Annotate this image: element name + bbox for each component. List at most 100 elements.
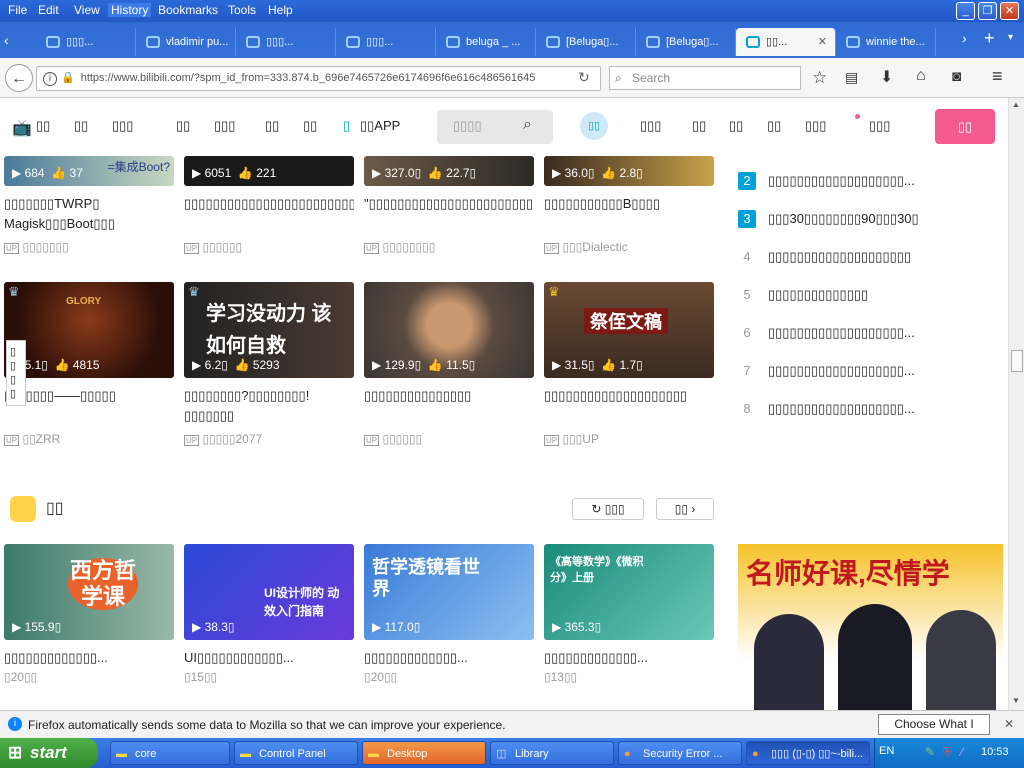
video-thumbnail[interactable]: 西方哲学课 ▶ 155.9▯ <box>4 544 174 640</box>
nav-item[interactable]: ▯▯▯ <box>112 118 133 134</box>
video-card[interactable]: ▶ 36.0▯ 👍 2.8▯ ▯▯▯▯▯▯▯▯▯▯▯B▯▯▯▯ UP ▯▯▯Di… <box>544 156 714 254</box>
video-thumbnail[interactable]: ♛ GLORY ▶ 5.1▯ 👍 4815 <box>4 282 174 378</box>
bookmark-star-icon[interactable]: ☆ <box>812 68 827 88</box>
uploader-name[interactable]: UP ▯▯▯▯▯2077 <box>184 432 354 446</box>
video-card[interactable]: ▶ 129.9▯ 👍 11.5▯ ▯▯▯▯▯▯▯▯▯▯▯▯▯▯▯ UP ▯▯▯▯… <box>364 282 534 446</box>
menu-file[interactable]: File <box>8 3 27 17</box>
ranking-item[interactable]: 6 ▯▯▯▯▯▯▯▯▯▯▯▯▯▯▯▯▯▯▯... <box>738 324 1003 348</box>
avatar[interactable]: ▯▯ <box>580 112 608 140</box>
tab-active[interactable]: ▯▯... ✕ <box>736 28 836 56</box>
bilibili-logo-icon[interactable]: 📺 <box>12 118 32 138</box>
video-thumbnail[interactable]: 《高等数学》《微积分》上册 ▶ 365.3▯ <box>544 544 714 640</box>
ranking-item[interactable]: 2 ▯▯▯▯▯▯▯▯▯▯▯▯▯▯▯▯▯▯▯... <box>738 172 1003 196</box>
menu-edit[interactable]: Edit <box>38 3 59 17</box>
video-card[interactable]: ♛ 祭侄文稿 ▶ 31.5▯ 👍 1.7▯ ▯▯▯▯▯▯▯▯▯▯▯▯▯▯▯▯▯▯… <box>544 282 714 446</box>
taskbar-item[interactable]: ▬ Control Panel <box>234 741 358 765</box>
pocket-icon[interactable]: ◙ <box>952 68 961 85</box>
video-thumbnail[interactable]: ♛ 学习没动力 该如何自救 ▶ 6.2▯ 👍 5293 <box>184 282 354 378</box>
tab[interactable]: [Beluga▯... <box>636 28 736 56</box>
taskbar-item[interactable]: ● ▯▯▯ (▯-▯) ▯▯~-bili... <box>746 741 870 765</box>
search-icon[interactable]: ⌕ <box>523 116 532 134</box>
video-title[interactable]: ▯▯▯▯▯▯▯▯▯▯▯▯▯▯▯▯▯▯▯▯▯▯▯▯▯ <box>184 194 354 234</box>
taskbar-item[interactable]: ▬ core <box>110 741 230 765</box>
taskbar-item[interactable]: ◫ Library <box>490 741 614 765</box>
uploader-name[interactable]: UP ▯▯ZRR <box>4 432 174 446</box>
search-input[interactable]: ⌕ Search <box>609 66 801 90</box>
close-icon[interactable]: ✕ <box>1004 717 1014 731</box>
video-title[interactable]: ▯▯▯▯▯▯▯TWRP▯ Magisk▯▯▯Boot▯▯▯ <box>4 194 174 234</box>
course-title[interactable]: ▯▯▯▯▯▯▯▯▯▯▯▯▯... <box>4 648 174 670</box>
app-download-link[interactable]: ▯▯APP <box>360 118 400 134</box>
uploader-name[interactable]: UP ▯▯▯▯▯▯ <box>364 432 534 446</box>
upload-button[interactable]: ▯▯ <box>935 109 995 144</box>
new-tab-icon[interactable]: + <box>984 28 995 49</box>
nav-item[interactable]: ▯▯ <box>303 118 317 134</box>
tab-list-icon[interactable]: ▾ <box>1008 32 1013 43</box>
site-search-input[interactable]: ▯▯▯▯ ⌕ <box>437 110 553 144</box>
nav-right-item[interactable]: ▯▯▯ <box>640 118 661 134</box>
video-title[interactable]: "▯▯▯▯▯▯▯▯▯▯▯▯▯▯▯▯▯▯▯▯▯▯▯▯▯ <box>364 194 534 234</box>
url-bar[interactable]: i 🔒 https://www.bilibili.com/?spm_id_from=… <box>36 66 601 91</box>
tab-scroll-right-icon[interactable]: › <box>962 30 967 46</box>
more-button[interactable]: ▯▯ › <box>656 498 714 520</box>
menu-history[interactable]: History <box>108 3 152 17</box>
refresh-button[interactable]: ↻ ▯▯▯ <box>572 498 644 520</box>
nav-item[interactable]: ▯▯ <box>265 118 279 134</box>
nav-right-item[interactable]: ▯▯ <box>729 118 743 134</box>
course-card[interactable]: UI设计师的 动效入门指南 ▶ 38.3▯ UI▯▯▯▯▯▯▯▯▯▯▯▯... … <box>184 544 354 684</box>
course-card[interactable]: 哲学透镜看世界 ▶ 117.0▯ ▯▯▯▯▯▯▯▯▯▯▯▯▯... ▯20▯▯ <box>364 544 534 684</box>
ranking-item[interactable]: 7 ▯▯▯▯▯▯▯▯▯▯▯▯▯▯▯▯▯▯▯... <box>738 362 1003 386</box>
tab[interactable]: [Beluga▯... <box>536 28 636 56</box>
tab[interactable]: winnie the... <box>836 28 936 56</box>
video-thumbnail[interactable]: ▶ 129.9▯ 👍 11.5▯ <box>364 282 534 378</box>
uploader-name[interactable]: UP ▯▯▯Dialectic <box>544 240 714 254</box>
floating-side-panel[interactable]: ▯▯▯▯ <box>6 340 26 406</box>
video-title[interactable]: ▯▯▯▯▯▯▯——▯▯▯▯▯ <box>4 386 174 426</box>
video-title[interactable]: ▯▯▯▯▯▯▯▯▯▯▯B▯▯▯▯ <box>544 194 714 234</box>
taskbar-item[interactable]: ▬ Desktop <box>362 741 486 765</box>
tab[interactable]: vladimir pu... <box>136 28 236 56</box>
menu-tools[interactable]: Tools <box>228 3 256 17</box>
scroll-up-icon[interactable]: ▲ <box>1012 100 1020 109</box>
course-title[interactable]: ▯▯▯▯▯▯▯▯▯▯▯▯▯... <box>364 648 534 670</box>
uploader-name[interactable]: UP ▯▯▯UP <box>544 432 714 446</box>
video-thumbnail[interactable]: UI设计师的 动效入门指南 ▶ 38.3▯ <box>184 544 354 640</box>
network-icon[interactable]: ✎ <box>925 745 935 759</box>
language-indicator[interactable]: EN <box>879 745 894 757</box>
reload-icon[interactable]: ↻ <box>578 69 590 86</box>
video-card[interactable]: ♛ GLORY ▶ 5.1▯ 👍 4815 ▯▯▯▯▯▯▯——▯▯▯▯▯ UP … <box>4 282 174 446</box>
video-thumbnail[interactable]: 哲学透镜看世界 ▶ 117.0▯ <box>364 544 534 640</box>
course-title[interactable]: ▯▯▯▯▯▯▯▯▯▯▯▯▯... <box>544 648 714 670</box>
menu-view[interactable]: View <box>74 3 100 17</box>
scroll-down-icon[interactable]: ▼ <box>1012 696 1020 705</box>
nav-item[interactable]: ▯▯▯ <box>214 118 235 134</box>
nav-right-item[interactable]: ▯▯▯ <box>869 118 890 134</box>
ranking-item[interactable]: 3 ▯▯▯30▯▯▯▯▯▯▯▯90▯▯▯30▯ <box>738 210 1003 234</box>
menu-bookmarks[interactable]: Bookmarks <box>158 3 218 17</box>
page-scrollbar[interactable]: ▲ ▼ <box>1008 98 1024 710</box>
video-title[interactable]: ▯▯▯▯▯▯▯▯▯▯▯▯▯▯▯ <box>364 386 534 426</box>
uploader-name[interactable]: UP ▯▯▯▯▯▯▯ <box>4 240 174 254</box>
video-thumbnail[interactable]: =集成Boot? ▶ 684 👍 37 <box>4 156 174 186</box>
nav-item[interactable]: ▯▯ <box>176 118 190 134</box>
video-card[interactable]: ♛ 学习没动力 该如何自救 ▶ 6.2▯ 👍 5293 ▯▯▯▯▯▯▯▯?▯▯▯… <box>184 282 354 446</box>
video-title[interactable]: ▯▯▯▯▯▯▯▯?▯▯▯▯▯▯▯▯!▯▯▯▯▯▯▯ <box>184 386 354 426</box>
close-button[interactable]: ✕ <box>1000 2 1019 20</box>
tab-scroll-left-icon[interactable]: ‹ <box>4 32 9 48</box>
ranking-item[interactable]: 4 ▯▯▯▯▯▯▯▯▯▯▯▯▯▯▯▯▯▯▯▯ <box>738 248 1003 272</box>
uploader-name[interactable]: UP ▯▯▯▯▯▯▯▯ <box>364 240 534 254</box>
video-card[interactable]: ▶ 6051 👍 221 ▯▯▯▯▯▯▯▯▯▯▯▯▯▯▯▯▯▯▯▯▯▯▯▯▯ U… <box>184 156 354 254</box>
ranking-item[interactable]: 8 ▯▯▯▯▯▯▯▯▯▯▯▯▯▯▯▯▯▯▯... <box>738 400 1003 424</box>
tab[interactable]: beluga _ ... <box>436 28 536 56</box>
nav-right-item[interactable]: ▯▯▯ <box>805 118 826 134</box>
scrollbar-thumb[interactable] <box>1011 350 1023 372</box>
back-arrow-icon[interactable]: ← <box>5 64 33 92</box>
taskbar-item[interactable]: ● Security Error ... <box>618 741 742 765</box>
course-card[interactable]: 西方哲学课 ▶ 155.9▯ ▯▯▯▯▯▯▯▯▯▯▯▯▯... ▯20▯▯ <box>4 544 174 684</box>
video-title[interactable]: ▯▯▯▯▯▯▯▯▯▯▯▯▯▯▯▯▯▯▯▯ <box>544 386 714 426</box>
nav-item[interactable]: ▯▯ <box>36 118 50 134</box>
ranking-item[interactable]: 5 ▯▯▯▯▯▯▯▯▯▯▯▯▯▯ <box>738 286 1003 310</box>
video-card[interactable]: ▶ 327.0▯ 👍 22.7▯ "▯▯▯▯▯▯▯▯▯▯▯▯▯▯▯▯▯▯▯▯▯▯… <box>364 156 534 254</box>
video-thumbnail[interactable]: ▶ 6051 👍 221 <box>184 156 354 186</box>
video-thumbnail[interactable]: ▶ 36.0▯ 👍 2.8▯ <box>544 156 714 186</box>
